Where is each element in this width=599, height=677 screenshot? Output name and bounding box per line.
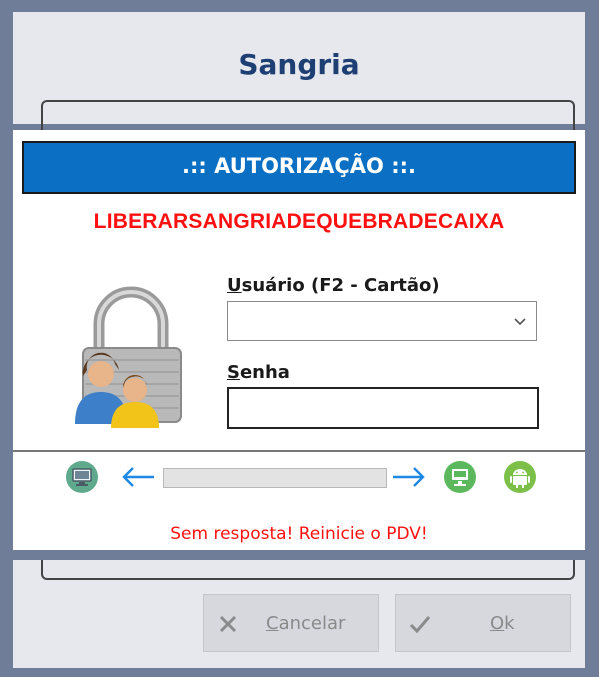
pdv-terminal-icon [444, 461, 476, 493]
check-icon [409, 616, 431, 634]
ok-button-label: Ok [490, 613, 515, 634]
frame-border-top [41, 100, 575, 132]
cancel-button-label: Cancelar [266, 613, 346, 634]
arrow-right-icon [393, 467, 425, 487]
status-message: Sem resposta! Reinicie o PDV! [170, 524, 428, 544]
connection-progress-bar [163, 468, 387, 488]
password-label: Senha [227, 362, 290, 383]
user-label: Usuário (F2 - Cartão) [227, 275, 440, 296]
computer-icon [66, 461, 98, 493]
ok-button[interactable]: Ok [395, 594, 571, 652]
padlock-users-icon [75, 286, 182, 428]
permission-name: LIBERARSANGRIADEQUEBRADECAIXA [93, 210, 505, 233]
frame-border-bottom [41, 560, 575, 580]
sangria-window-bottom: Cancelar Ok [13, 560, 585, 668]
authorization-header: .:: AUTORIZAÇÃO ::. [22, 141, 576, 194]
connection-status-row [13, 452, 585, 512]
arrow-left-icon [122, 467, 154, 487]
authorization-panel: .:: AUTORIZAÇÃO ::. LIBERARSANGRIADEQUEB… [13, 130, 585, 550]
window-title: Sangria [238, 48, 360, 81]
android-icon [504, 461, 536, 493]
sangria-window-top: Sangria [13, 12, 585, 132]
password-input[interactable] [227, 387, 539, 429]
dialog-frame: Sangria .:: AUTORIZAÇÃO ::. LIBERARSANGR… [0, 0, 599, 677]
x-icon [219, 615, 237, 633]
user-select[interactable] [227, 301, 537, 341]
chevron-down-icon[interactable] [512, 314, 528, 330]
cancel-button[interactable]: Cancelar [203, 594, 379, 652]
authorization-title: .:: AUTORIZAÇÃO ::. [182, 154, 416, 178]
